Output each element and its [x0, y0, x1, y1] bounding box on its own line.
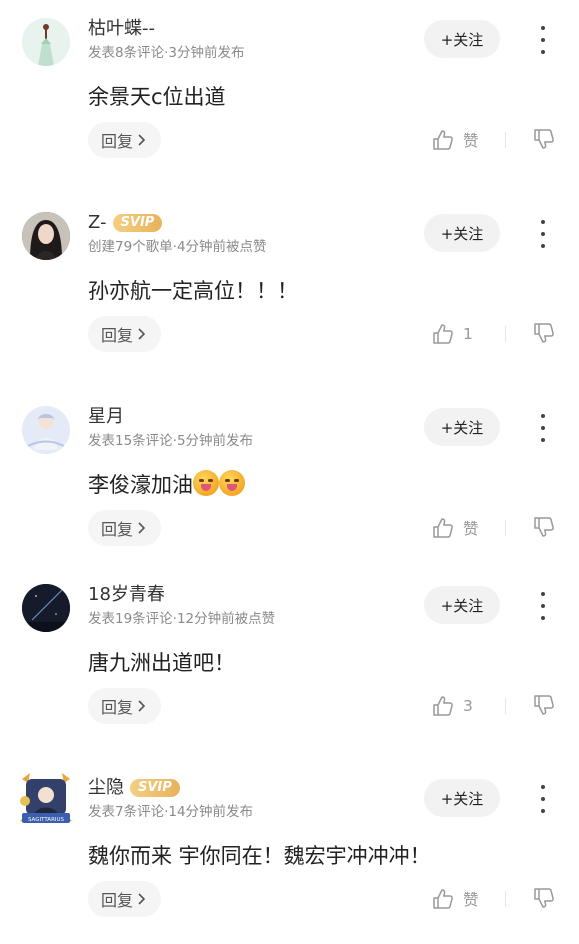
more-options-icon[interactable] [534, 785, 552, 813]
divider [505, 520, 506, 536]
chevron-right-icon [138, 893, 146, 905]
follow-button[interactable]: +关注 [424, 779, 500, 817]
avatar[interactable] [22, 406, 70, 454]
chevron-right-icon [138, 328, 146, 340]
comment-meta: 发表7条评论·14分钟前发布 [88, 804, 254, 820]
thumbs-up-icon [433, 696, 453, 716]
thumbs-down-icon[interactable] [532, 321, 556, 345]
more-options-icon[interactable] [534, 414, 552, 442]
comment-text: 李俊濠加油 [88, 470, 245, 500]
like-count: 3 [463, 697, 473, 715]
divider [505, 132, 506, 148]
username[interactable]: 枯叶蝶-- [88, 17, 155, 41]
svip-badge: SVIP [130, 779, 180, 797]
comment-meta: 创建79个歌单·4分钟前被点赞 [88, 239, 267, 255]
like-button[interactable]: 3 [431, 692, 473, 720]
username[interactable]: Z- SVIP [88, 211, 163, 235]
reply-button[interactable]: 回复 [88, 688, 162, 724]
like-count: 1 [463, 325, 473, 343]
reply-button[interactable]: 回复 [88, 122, 162, 158]
night-sky-avatar-icon [22, 584, 70, 632]
flower-stem-avatar-icon [22, 18, 70, 66]
username[interactable]: 18岁青春 [88, 583, 165, 607]
thumbs-up-icon [433, 889, 453, 909]
chevron-right-icon [138, 134, 146, 146]
avatar[interactable] [22, 212, 70, 260]
thumbs-up-icon [433, 518, 453, 538]
comment-text: 孙亦航一定高位！！！ [88, 279, 298, 303]
follow-button[interactable]: +关注 [424, 20, 500, 58]
thumbs-down-icon[interactable] [532, 693, 556, 717]
avatar-badge-text: SAGITTARIUS [28, 817, 65, 823]
comment-text: 魏你而来 宇你同在！魏宏宇冲冲冲！ [88, 844, 431, 868]
follow-button[interactable]: +关注 [424, 408, 500, 446]
follow-button[interactable]: +关注 [424, 586, 500, 624]
divider [505, 891, 506, 907]
follow-button[interactable]: +关注 [424, 214, 500, 252]
chevron-right-icon [138, 522, 146, 534]
reply-button[interactable]: 回复 [88, 316, 162, 352]
like-button[interactable]: 赞 [431, 885, 479, 913]
more-options-icon[interactable] [534, 220, 552, 248]
avatar[interactable] [22, 584, 70, 632]
username[interactable]: 尘隐 SVIP [88, 776, 180, 800]
more-options-icon[interactable] [534, 592, 552, 620]
thumbs-down-icon[interactable] [532, 127, 556, 151]
girl-photo-avatar-icon [22, 212, 70, 260]
avatar[interactable]: SAGITTARIUS [20, 773, 72, 825]
shy-face-emoji-icon [219, 470, 245, 496]
divider [505, 698, 506, 714]
divider [505, 326, 506, 342]
thumbs-down-icon[interactable] [532, 515, 556, 539]
svip-badge: SVIP [112, 214, 163, 232]
shy-face-emoji-icon [193, 470, 219, 496]
anime-girl-avatar-icon [22, 406, 70, 454]
username[interactable]: 星月 [88, 405, 124, 429]
comment-meta: 发表8条评论·3分钟前发布 [88, 45, 245, 61]
like-count: 赞 [463, 132, 479, 150]
avatar[interactable] [22, 18, 70, 66]
sagittarius-badge-avatar-icon: SAGITTARIUS [20, 773, 72, 823]
comment-text: 余景天c位出道 [88, 85, 226, 109]
like-button[interactable]: 1 [431, 320, 473, 348]
like-count: 赞 [463, 520, 479, 538]
like-button[interactable]: 赞 [431, 514, 479, 542]
more-options-icon[interactable] [534, 26, 552, 54]
comment-meta: 发表15条评论·5分钟前发布 [88, 433, 254, 449]
comment-meta: 发表19条评论·12分钟前被点赞 [88, 611, 276, 627]
like-button[interactable]: 赞 [431, 126, 479, 154]
comment-text: 唐九洲出道吧！ [88, 651, 235, 675]
reply-button[interactable]: 回复 [88, 510, 162, 546]
chevron-right-icon [138, 700, 146, 712]
thumbs-down-icon[interactable] [532, 886, 556, 910]
thumbs-up-icon [433, 130, 453, 150]
reply-button[interactable]: 回复 [88, 881, 162, 917]
like-count: 赞 [463, 891, 479, 909]
thumbs-up-icon [433, 324, 453, 344]
